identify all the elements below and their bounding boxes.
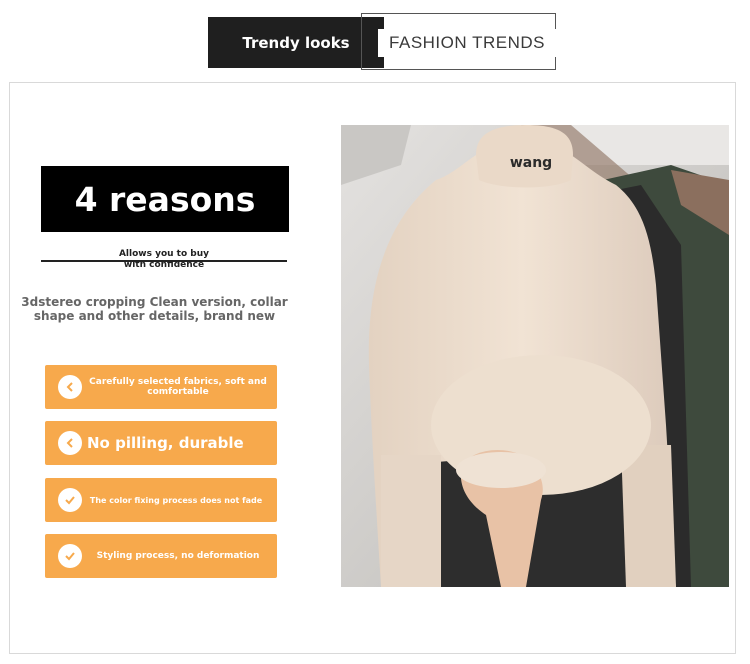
confidence-divider [41, 260, 287, 262]
reasons-title: 4 reasons [74, 179, 256, 219]
product-photo: wang [341, 125, 729, 587]
feature-label: The color fixing process does not fade [89, 495, 263, 505]
feature-label: No pilling, durable [87, 434, 244, 452]
chevron-left-icon [58, 431, 82, 455]
chevron-left-icon [58, 375, 82, 399]
header-left-label: Trendy looks [242, 33, 350, 52]
feature-fabrics: Carefully selected fabrics, soft and com… [45, 365, 277, 409]
confidence-line1: Allows you to buy [118, 249, 210, 259]
feature-label: Styling process, no deformation [96, 551, 260, 561]
feature-no-pilling: No pilling, durable [45, 421, 277, 465]
feature-color-fixing: The color fixing process does not fade [45, 478, 277, 522]
header-trendy-looks: Trendy looks [208, 17, 384, 68]
circle-check-icon [58, 544, 82, 568]
header-right-label: FASHION TRENDS [389, 33, 545, 52]
reasons-title-box: 4 reasons [41, 166, 289, 232]
feature-label: Carefully selected fabrics, soft and com… [89, 377, 267, 397]
circle-check-icon [58, 488, 82, 512]
header-fashion-trends: FASHION TRENDS [378, 29, 556, 57]
description-text: 3dstereo cropping Clean version, collar … [21, 295, 288, 323]
feature-styling: Styling process, no deformation [45, 534, 277, 578]
collar-logo: wang [510, 155, 552, 171]
